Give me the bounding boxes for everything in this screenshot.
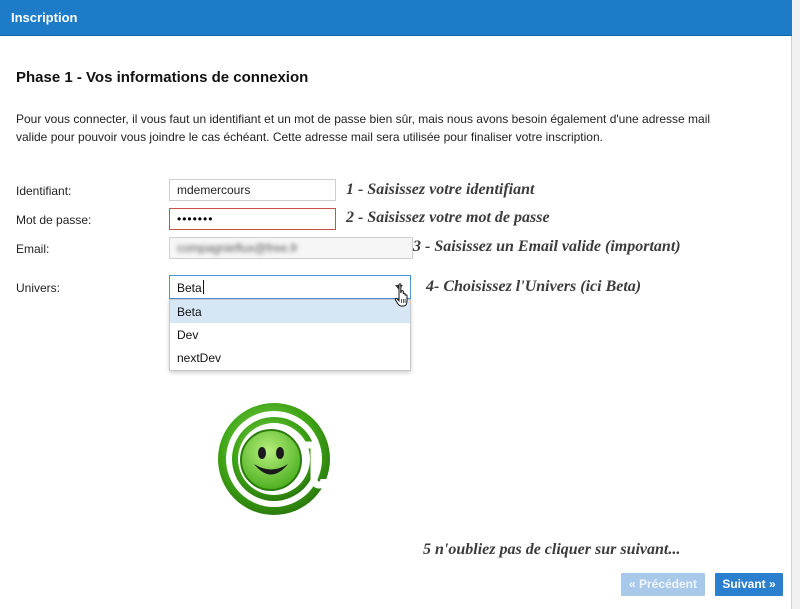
annotation-step-2: 2 - Saisissez votre mot de passe bbox=[346, 209, 550, 226]
univers-option-beta[interactable]: Beta bbox=[170, 300, 410, 323]
dialog-title: Inscription bbox=[11, 10, 78, 25]
previous-button[interactable]: « Précédent bbox=[621, 573, 705, 596]
identifiant-input[interactable]: mdemercours bbox=[169, 179, 336, 201]
registration-dialog: Inscription Phase 1 - Vos informations d… bbox=[0, 0, 792, 609]
annotation-step-3: 3 - Saisissez un Email valide (important… bbox=[413, 238, 681, 255]
password-value: ••••••• bbox=[177, 212, 214, 226]
univers-selected-value: Beta bbox=[177, 281, 202, 295]
identifiant-value: mdemercours bbox=[177, 183, 251, 197]
email-value: compagnieflux@free.fr bbox=[177, 241, 298, 255]
univers-dropdown-list: Beta Dev nextDev bbox=[169, 299, 411, 371]
annotation-step-4: 4- Choisissez l'Univers (ici Beta) bbox=[426, 278, 642, 295]
intro-text: Pour vous connecter, il vous faut un ide… bbox=[16, 110, 776, 146]
email-input[interactable]: compagnieflux@free.fr bbox=[169, 237, 413, 259]
hand-pointer-icon bbox=[394, 283, 408, 307]
phase-title: Phase 1 - Vos informations de connexion bbox=[16, 69, 309, 86]
intro-line-2: valide pour pouvoir vous joindre le cas … bbox=[16, 130, 603, 144]
next-button[interactable]: Suivant » bbox=[715, 573, 783, 596]
univers-select[interactable]: Beta bbox=[169, 275, 411, 299]
identifiant-label: Identifiant: bbox=[16, 184, 72, 198]
univers-option-dev[interactable]: Dev bbox=[170, 323, 410, 346]
dialog-title-bar: Inscription bbox=[0, 0, 792, 36]
intro-line-1: Pour vous connecter, il vous faut un ide… bbox=[16, 112, 711, 126]
smiley-at-logo-icon bbox=[218, 403, 330, 515]
text-caret bbox=[202, 280, 204, 294]
password-label: Mot de passe: bbox=[16, 213, 92, 227]
password-input[interactable]: ••••••• bbox=[169, 208, 336, 230]
univers-option-nextdev[interactable]: nextDev bbox=[170, 346, 410, 369]
univers-label: Univers: bbox=[16, 281, 61, 295]
annotation-step-5: 5 n'oubliez pas de cliquer sur suivant..… bbox=[423, 541, 681, 558]
annotation-step-1: 1 - Saisissez votre identifiant bbox=[346, 181, 535, 198]
email-label: Email: bbox=[16, 242, 50, 256]
